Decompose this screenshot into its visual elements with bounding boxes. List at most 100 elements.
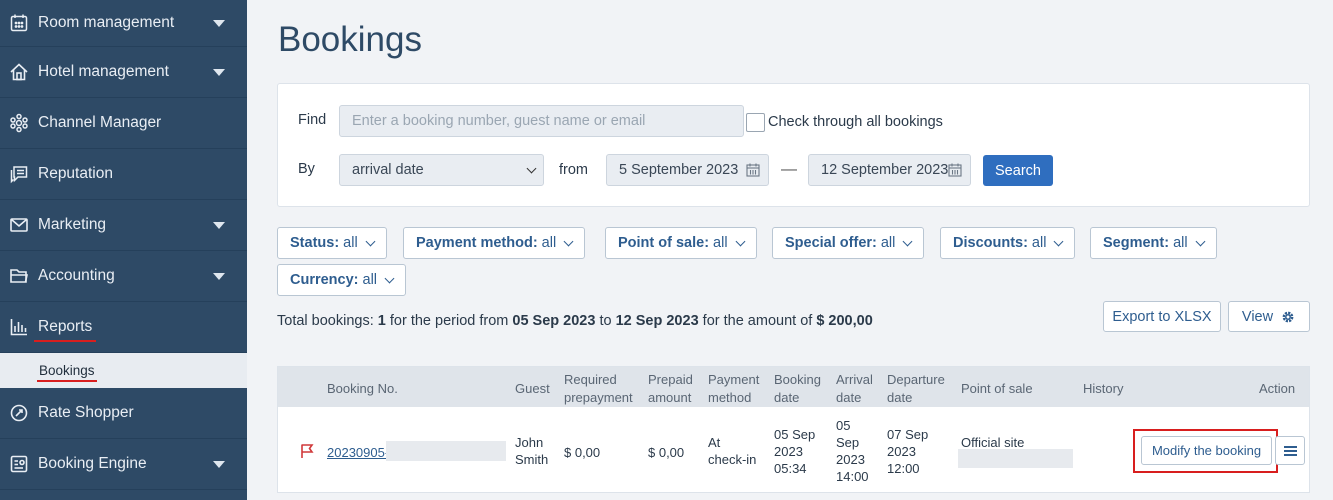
- sidebar-item-hotel-management[interactable]: Hotel management: [0, 47, 247, 98]
- caret-down-icon: [213, 273, 225, 280]
- date-from-field[interactable]: 5 September 2023: [606, 154, 769, 186]
- cell-line: 05: [836, 418, 851, 433]
- summary-count: 1: [377, 313, 386, 329]
- check-all-checkbox[interactable]: [746, 113, 765, 132]
- col-point-of-sale[interactable]: Point of sale: [961, 380, 1033, 398]
- col-guest[interactable]: Guest: [515, 380, 550, 398]
- chevron-down-icon: [563, 236, 574, 246]
- filter-segment[interactable]: Segment: all: [1090, 227, 1217, 259]
- row-menu-button[interactable]: [1275, 436, 1305, 465]
- redacted-booking-number: [386, 441, 506, 461]
- cell-line: 07 Sep: [887, 427, 929, 442]
- filter-payment-method[interactable]: Payment method: all: [403, 227, 586, 259]
- cell-line: 05 Sep: [774, 427, 816, 442]
- sidebar-item-marketing[interactable]: Marketing: [0, 200, 247, 251]
- booking-number-link[interactable]: 20230905-: [327, 444, 389, 461]
- cell-line: Smith: [515, 452, 549, 467]
- filter-value: all: [343, 235, 358, 251]
- filter-discounts[interactable]: Discounts: all: [940, 227, 1076, 259]
- header-line: amount: [648, 390, 692, 405]
- search-button[interactable]: Search: [983, 155, 1053, 186]
- header-line: Arrival: [836, 372, 873, 387]
- caret-down-icon: [213, 222, 225, 229]
- summary-to-date: 12 Sep 2023: [615, 313, 699, 329]
- folder-icon: [8, 265, 30, 287]
- col-payment-method[interactable]: Payment method: [708, 371, 759, 407]
- sidebar-item-reputation[interactable]: Reputation: [0, 149, 247, 200]
- summary-text: to: [599, 313, 612, 329]
- flag-icon: [301, 444, 314, 458]
- col-history[interactable]: History: [1083, 380, 1123, 398]
- page-title: Bookings: [278, 20, 422, 59]
- export-xlsx-button[interactable]: Export to XLSX: [1103, 301, 1221, 332]
- filter-key: Discounts:: [953, 235, 1028, 251]
- chevron-down-icon: [902, 236, 913, 246]
- chevron-down-icon: [1053, 236, 1064, 246]
- filter-key: Point of sale:: [618, 235, 710, 251]
- filter-point-of-sale[interactable]: Point of sale: all: [605, 227, 757, 259]
- sidebar-item-label: Channel Manager: [38, 114, 162, 131]
- header-line: Booking: [774, 372, 821, 387]
- cell-line: 2023: [836, 452, 865, 467]
- filter-key: Currency:: [290, 272, 359, 288]
- sidebar-item-room-management[interactable]: Room management: [0, 0, 247, 47]
- booking-engine-icon: [8, 453, 30, 475]
- calendar-icon: [8, 12, 30, 34]
- bar-chart-icon: [8, 316, 30, 338]
- cell-line: 2023: [887, 444, 916, 459]
- sidebar-item-label: Accounting: [38, 267, 115, 284]
- col-required-prepayment[interactable]: Required prepayment: [564, 371, 633, 407]
- calendar-icon: [948, 163, 962, 177]
- filter-value: all: [880, 235, 896, 251]
- network-icon: [8, 112, 30, 134]
- booking-date-value: 05 Sep 2023 05:34: [774, 426, 815, 477]
- date-to-field[interactable]: 12 September 2023: [808, 154, 971, 186]
- departure-date-value: 07 Sep 2023 12:00: [887, 426, 928, 477]
- cell-line: 12:00: [887, 461, 920, 476]
- by-select[interactable]: arrival date: [339, 154, 544, 186]
- chat-icon: [8, 163, 30, 185]
- bookings-table: Booking No. Guest Required prepayment Pre…: [277, 366, 1310, 493]
- cell-line: 05:34: [774, 461, 807, 476]
- filter-special-offer[interactable]: Special offer: all: [772, 227, 925, 259]
- summary-text: for the amount of: [702, 313, 813, 329]
- sidebar-item-reports[interactable]: Reports: [0, 302, 247, 353]
- sidebar-subitem-label: Bookings: [37, 363, 97, 382]
- sidebar-item-accounting[interactable]: Accounting: [0, 251, 247, 302]
- filter-value: all: [1031, 235, 1047, 251]
- header-line: date: [887, 390, 913, 405]
- modify-booking-button[interactable]: Modify the booking: [1141, 436, 1272, 465]
- col-arrival-date[interactable]: Arrival date: [836, 371, 873, 407]
- header-line: method: [708, 390, 752, 405]
- col-booking-no[interactable]: Booking No.: [327, 380, 398, 398]
- payment-method-value: At check-in: [708, 434, 756, 468]
- gear-icon: [1282, 311, 1294, 322]
- header-line: Payment: [708, 372, 760, 387]
- sidebar-item-label: Room management: [38, 14, 175, 31]
- filter-key: Payment method:: [416, 235, 538, 251]
- sidebar-item-channel-manager[interactable]: Channel Manager: [0, 98, 247, 149]
- cell-line: At: [708, 435, 721, 450]
- col-departure-date[interactable]: Departure date: [887, 371, 945, 407]
- col-booking-date[interactable]: Booking date: [774, 371, 821, 407]
- prepaid-amount-value: $ 0,00: [648, 445, 685, 460]
- view-button-label: View: [1241, 308, 1274, 325]
- required-prepayment-value: $ 0,00: [564, 445, 601, 460]
- header-line: date: [836, 390, 862, 405]
- sidebar-item-rate-shopper[interactable]: Rate Shopper: [0, 388, 247, 439]
- date-range-dash: —: [781, 161, 797, 178]
- by-select-value: arrival date: [352, 162, 424, 178]
- filter-status[interactable]: Status: all: [277, 227, 387, 259]
- filter-key: Status:: [290, 235, 340, 251]
- view-button[interactable]: View: [1228, 301, 1310, 332]
- sidebar-item-booking-engine[interactable]: Booking Engine: [0, 439, 247, 490]
- col-prepaid-amount[interactable]: Prepaid amount: [648, 371, 693, 407]
- filter-currency[interactable]: Currency: all: [277, 264, 407, 296]
- search-input[interactable]: Enter a booking number, guest name or em…: [339, 105, 744, 137]
- sidebar-subitem-bookings[interactable]: Bookings: [0, 353, 247, 388]
- caret-down-icon: [213, 20, 225, 27]
- filter-value: all: [362, 272, 378, 288]
- col-action: Action: [1259, 381, 1296, 396]
- table-header: Booking No. Guest Required prepayment Pre…: [278, 367, 1309, 407]
- main-content: Bookings Find Enter a booking number, gu…: [247, 0, 1333, 500]
